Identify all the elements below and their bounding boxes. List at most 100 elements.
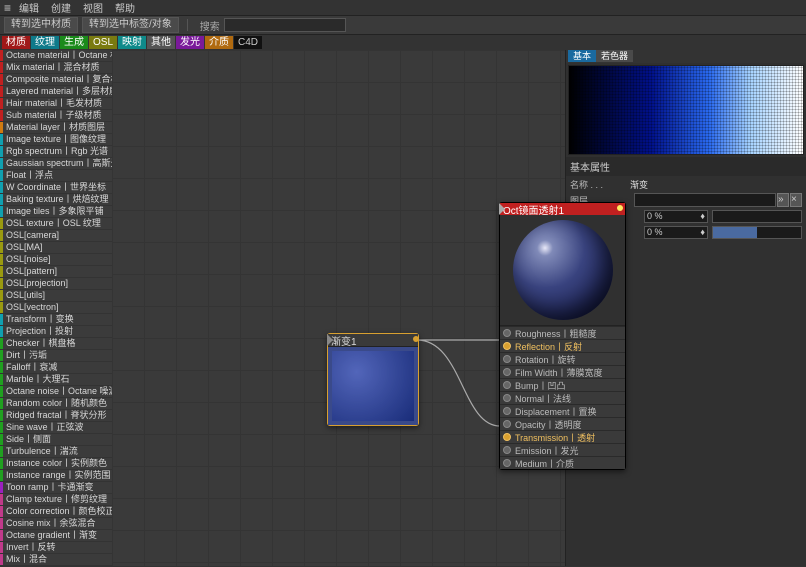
- material-input-row[interactable]: Displacement丨置换: [500, 404, 625, 417]
- palette-item[interactable]: Hair material丨毛发材质: [0, 98, 112, 109]
- palette-item[interactable]: Mix material丨混合材质: [0, 62, 112, 73]
- material-input-row[interactable]: Transmission丨透射: [500, 430, 625, 443]
- menu-view[interactable]: 视图: [83, 0, 103, 15]
- material-input-row[interactable]: Bump丨凹凸: [500, 378, 625, 391]
- palette-item[interactable]: Side丨侧面: [0, 434, 112, 445]
- layer-dropdown[interactable]: [634, 193, 776, 207]
- palette-item[interactable]: Material layer丨材质图层: [0, 122, 112, 133]
- category-tab[interactable]: 生成: [60, 36, 88, 49]
- menu-help[interactable]: 帮助: [115, 0, 135, 15]
- menu-create[interactable]: 创建: [51, 0, 71, 15]
- palette-item[interactable]: OSL[MA]: [0, 242, 112, 253]
- input-port-icon[interactable]: [503, 342, 511, 350]
- gradient-node[interactable]: 渐变1: [327, 333, 419, 426]
- palette-item[interactable]: Layered material丨多层材质: [0, 86, 112, 97]
- palette-item[interactable]: Octane material丨Octane 材质: [0, 50, 112, 61]
- palette-item[interactable]: Gaussian spectrum丨高斯光谱: [0, 158, 112, 169]
- palette-item[interactable]: Toon ramp丨卡通渐变: [0, 482, 112, 493]
- palette-item[interactable]: OSL[projection]: [0, 278, 112, 289]
- palette-item[interactable]: Mix丨混合: [0, 554, 112, 565]
- material-input-row[interactable]: Normal丨法线: [500, 391, 625, 404]
- category-tab[interactable]: 纹理: [31, 36, 59, 49]
- palette-item[interactable]: Falloff丨衰减: [0, 362, 112, 373]
- gradient-node-header[interactable]: 渐变1: [328, 334, 418, 347]
- palette-item[interactable]: Float丨浮点: [0, 170, 112, 181]
- palette-item[interactable]: Sine wave丨正弦波: [0, 422, 112, 433]
- palette-item[interactable]: OSL[noise]: [0, 254, 112, 265]
- palette-item[interactable]: OSL[utils]: [0, 290, 112, 301]
- palette-item[interactable]: Cosine mix丨余弦混合: [0, 518, 112, 529]
- menu-edit[interactable]: 编辑: [19, 0, 39, 15]
- palette-item[interactable]: Baking texture丨烘焙纹理: [0, 194, 112, 205]
- input-port-icon[interactable]: [503, 368, 511, 376]
- blur-scale-input[interactable]: 0 %♦: [644, 226, 708, 239]
- blur-scale-slider[interactable]: [712, 226, 802, 239]
- input-port-icon[interactable]: [503, 355, 511, 363]
- blur-offset-slider[interactable]: [712, 210, 802, 223]
- blur-offset-input[interactable]: 0 %♦: [644, 210, 708, 223]
- palette-item[interactable]: Octane noise丨Octane 噪波: [0, 386, 112, 397]
- material-node[interactable]: Oct镜面透射1 Roughness丨粗糙度Reflection丨反射Rotat…: [499, 202, 626, 470]
- goto-material-button[interactable]: 转到选中材质: [4, 17, 78, 33]
- input-port-icon[interactable]: [503, 381, 511, 389]
- category-tab[interactable]: 映射: [118, 36, 146, 49]
- name-value[interactable]: 渐变: [630, 178, 648, 191]
- goto-tag-button[interactable]: 转到选中标签/对象: [82, 17, 179, 33]
- input-port-icon[interactable]: [503, 446, 511, 454]
- material-input-row[interactable]: Emission丨发光: [500, 443, 625, 456]
- input-port-icon[interactable]: [503, 459, 511, 467]
- palette-item[interactable]: Octane gradient丨渐变: [0, 530, 112, 541]
- palette-item[interactable]: Clamp texture丨修剪纹理: [0, 494, 112, 505]
- palette-item[interactable]: Checker丨棋盘格: [0, 338, 112, 349]
- tab-basic[interactable]: 基本: [568, 50, 596, 62]
- material-input-row[interactable]: Opacity丨透明度: [500, 417, 625, 430]
- menu-hamburger-icon[interactable]: ≡: [4, 2, 11, 14]
- category-tab[interactable]: 发光: [176, 36, 204, 49]
- palette-item[interactable]: Turbulence丨湍流: [0, 446, 112, 457]
- node-graph-canvas[interactable]: 渐变1 Oct镜面透射1 Roughness丨粗糙度Reflection丨反射R…: [112, 50, 565, 566]
- category-tab[interactable]: 介质: [205, 36, 233, 49]
- input-port-icon[interactable]: [327, 334, 333, 346]
- palette-item[interactable]: Invert丨反转: [0, 542, 112, 553]
- palette-item[interactable]: Marble丨大理石: [0, 374, 112, 385]
- palette-item[interactable]: Instance color丨实例颜色: [0, 458, 112, 469]
- category-tab[interactable]: OSL: [89, 36, 117, 49]
- palette-item[interactable]: Transform丨变换: [0, 314, 112, 325]
- palette-item[interactable]: Projection丨投射: [0, 326, 112, 337]
- output-port-icon[interactable]: [413, 336, 419, 342]
- palette-item[interactable]: Composite material丨复合材质: [0, 74, 112, 85]
- palette-item[interactable]: Instance range丨实例范围: [0, 470, 112, 481]
- palette-item[interactable]: Sub material丨子级材质: [0, 110, 112, 121]
- palette-item[interactable]: W Coordinate丨世界坐标: [0, 182, 112, 193]
- material-input-row[interactable]: Reflection丨反射: [500, 339, 625, 352]
- material-input-row[interactable]: Rotation丨旋转: [500, 352, 625, 365]
- input-port-icon[interactable]: [503, 420, 511, 428]
- palette-item[interactable]: OSL[vectron]: [0, 302, 112, 313]
- material-input-row[interactable]: Film Width丨薄膜宽度: [500, 365, 625, 378]
- tab-shader[interactable]: 若色器: [596, 50, 633, 62]
- palette-item[interactable]: OSL[pattern]: [0, 266, 112, 277]
- output-port-icon[interactable]: [617, 205, 623, 211]
- palette-item[interactable]: OSL[camera]: [0, 230, 112, 241]
- layer-clear-button[interactable]: ×: [790, 193, 802, 207]
- palette-item[interactable]: Random color丨随机颜色: [0, 398, 112, 409]
- category-tab[interactable]: 其他: [147, 36, 175, 49]
- search-input[interactable]: [224, 18, 346, 32]
- material-node-header[interactable]: Oct镜面透射1: [500, 203, 625, 215]
- input-port-icon[interactable]: [503, 329, 511, 337]
- input-port-icon[interactable]: [499, 203, 505, 215]
- material-input-row[interactable]: Medium丨介质: [500, 456, 625, 469]
- palette-item[interactable]: Color correction丨颜色校正: [0, 506, 112, 517]
- input-port-icon[interactable]: [503, 433, 511, 441]
- palette-item[interactable]: Image texture丨图像纹理: [0, 134, 112, 145]
- palette-item[interactable]: Ridged fractal丨脊状分形: [0, 410, 112, 421]
- layer-picker-button[interactable]: »: [777, 193, 789, 207]
- palette-item[interactable]: OSL texture丨OSL 纹理: [0, 218, 112, 229]
- palette-item[interactable]: Rgb spectrum丨Rgb 光谱: [0, 146, 112, 157]
- palette-item[interactable]: Dirt丨污垢: [0, 350, 112, 361]
- input-port-icon[interactable]: [503, 407, 511, 415]
- category-tab[interactable]: 材质: [2, 36, 30, 49]
- input-port-icon[interactable]: [503, 394, 511, 402]
- palette-item[interactable]: Image tiles丨多象限平铺: [0, 206, 112, 217]
- category-tab[interactable]: C4D: [234, 36, 262, 49]
